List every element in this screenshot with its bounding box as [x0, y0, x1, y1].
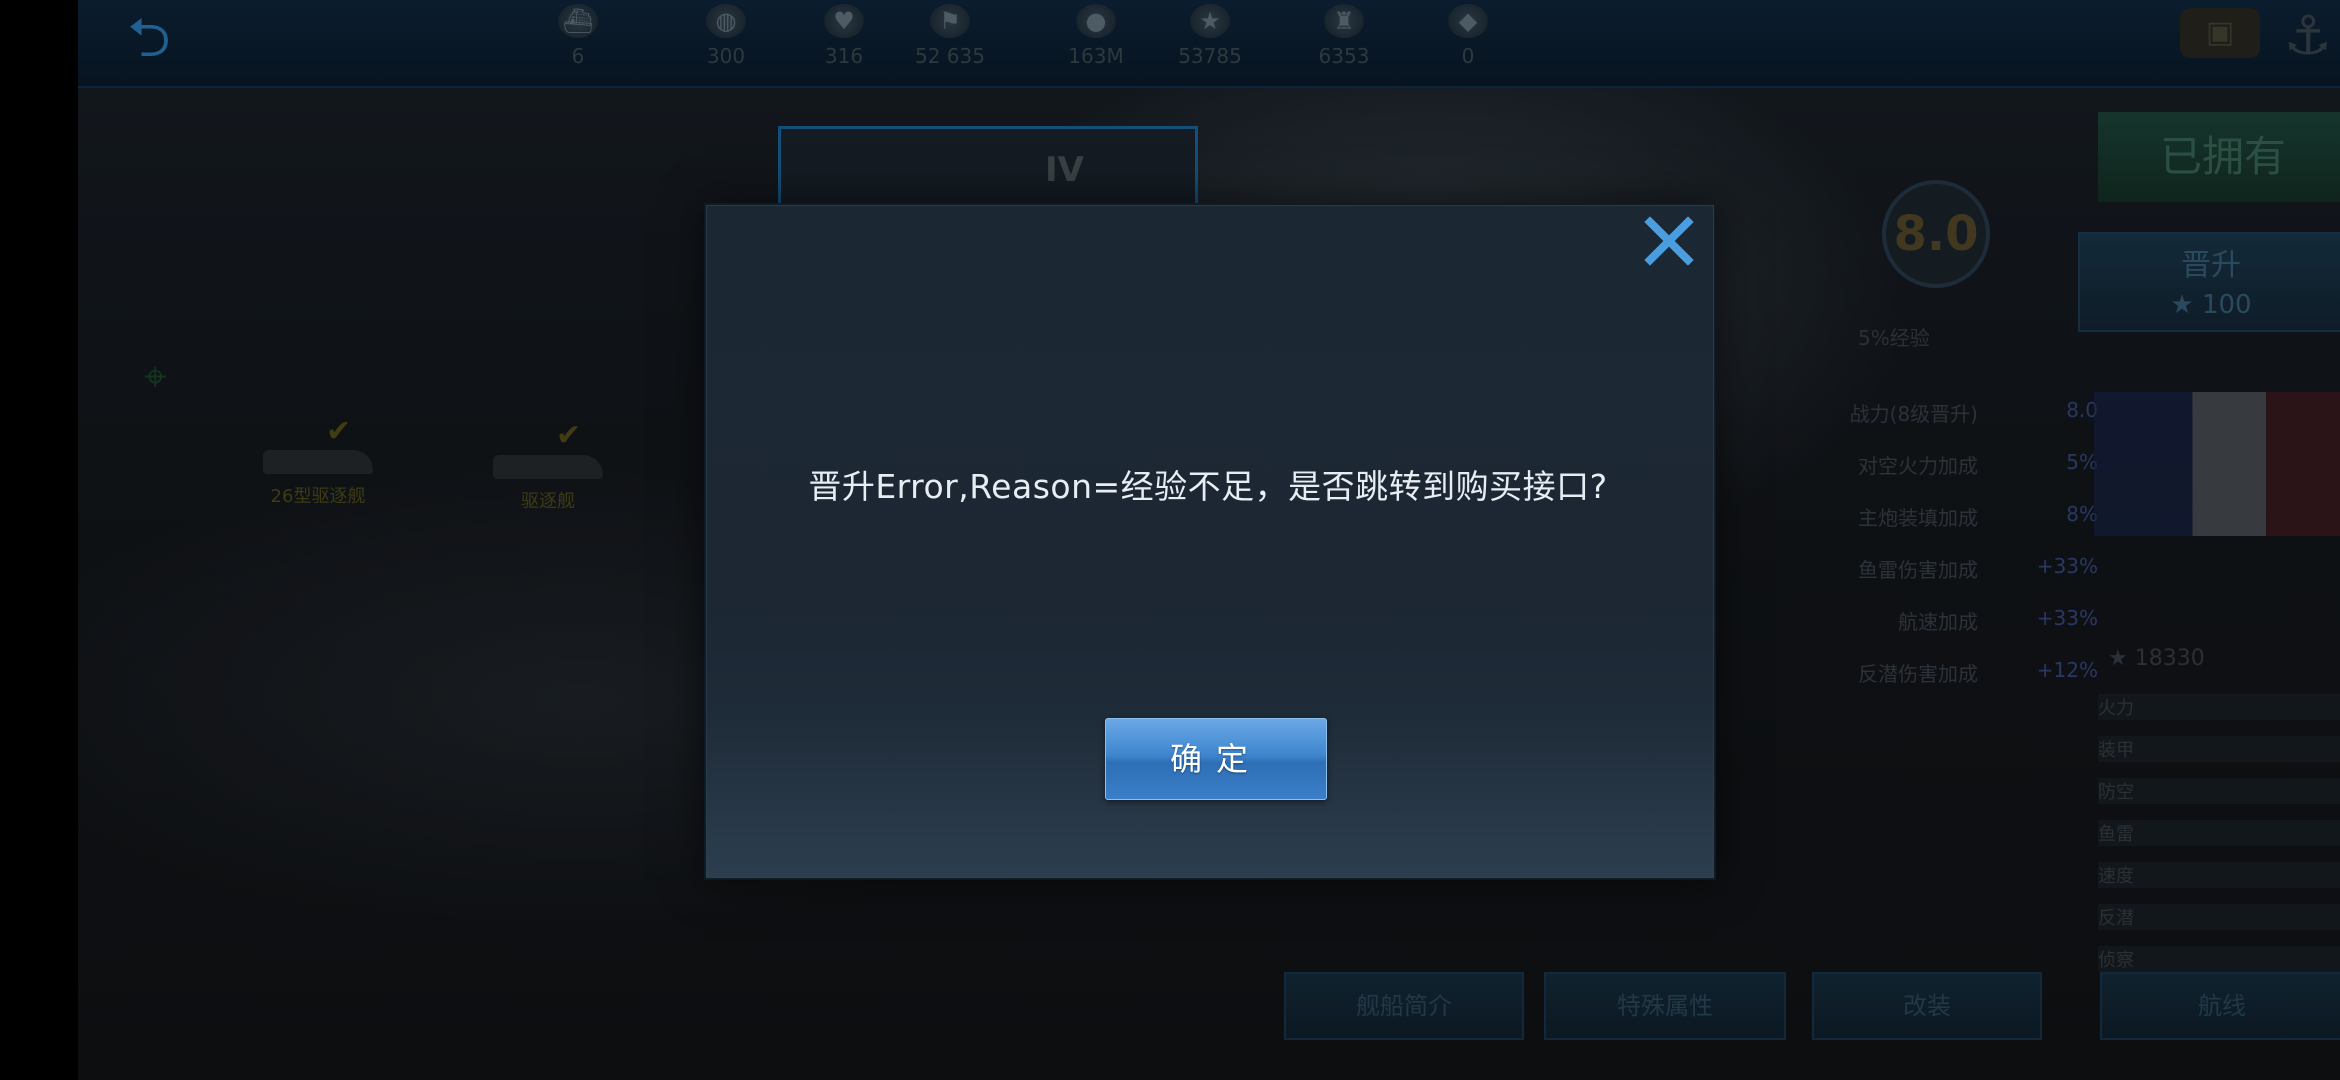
dialog-message: 晋升Error,Reason=经验不足，是否跳转到购买接口?	[808, 467, 1608, 506]
close-icon	[1644, 216, 1694, 266]
close-button[interactable]	[1640, 212, 1698, 270]
confirm-button[interactable]: 确定	[1105, 718, 1327, 800]
